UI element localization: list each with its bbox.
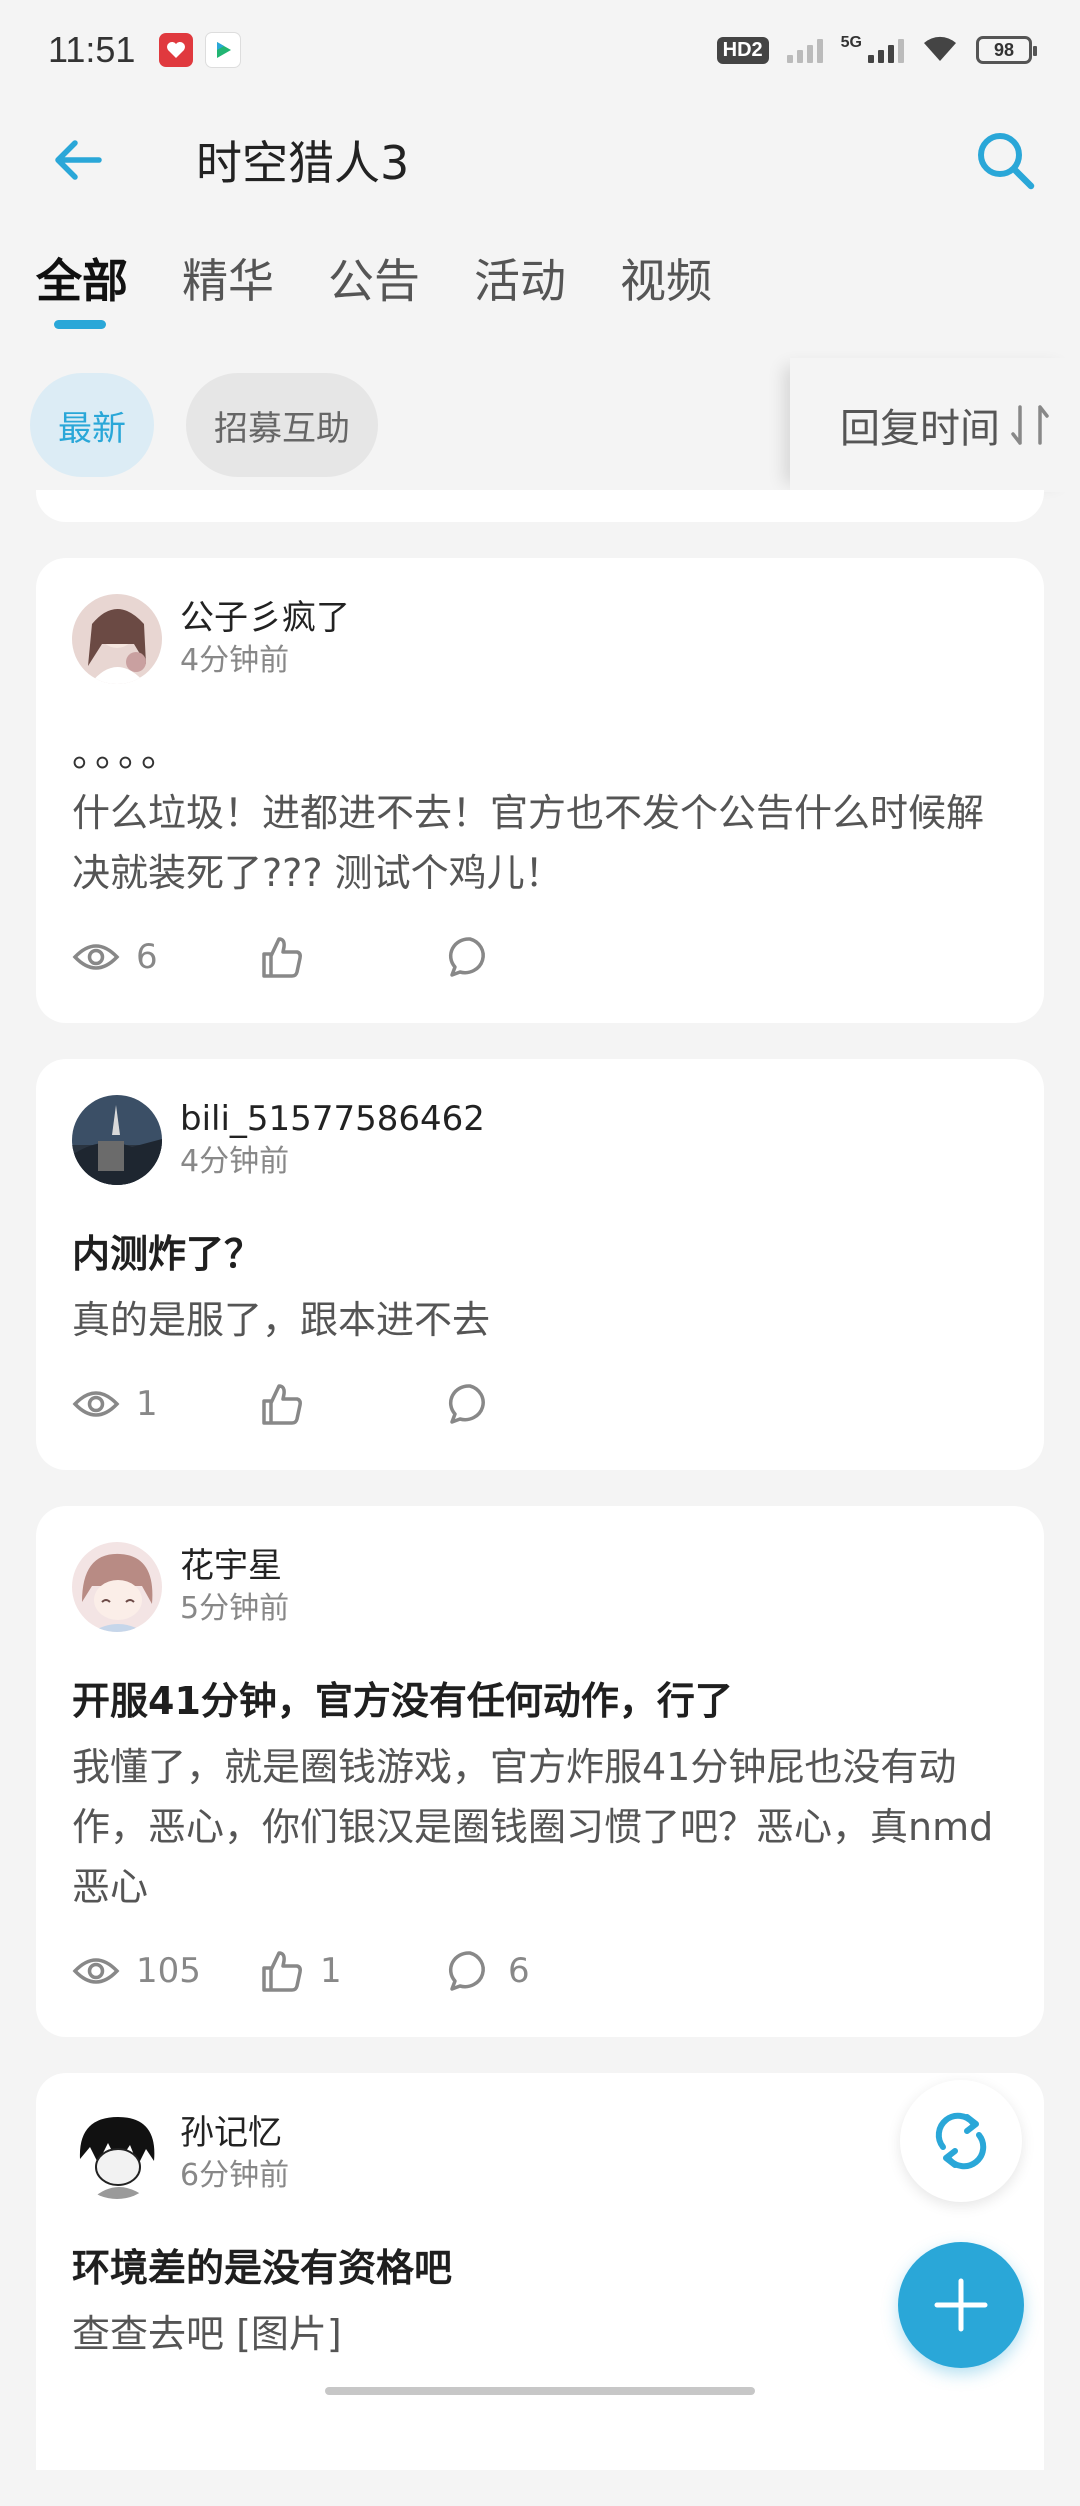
thumbs-up-icon	[262, 937, 302, 978]
comment-icon	[448, 1951, 485, 1991]
post-stats: 1	[72, 1376, 1008, 1432]
comment-button[interactable]	[448, 935, 636, 979]
post-title: 环境差的是没有资格吧	[72, 2246, 453, 2290]
views-stat: 1	[72, 1384, 260, 1424]
user-name[interactable]: bili_51577586462	[180, 1097, 485, 1141]
comment-icon	[448, 937, 485, 977]
post-card[interactable]: 孙记忆 6分钟前 环境差的是没有资格吧 查查去吧 [图片]	[36, 2073, 1044, 2470]
like-button[interactable]	[260, 935, 448, 979]
signal-sim1-icon	[786, 37, 823, 63]
status-indicators: HD2 5G 98	[716, 33, 1037, 67]
user-name[interactable]: 公子彡疯了	[180, 596, 350, 640]
post-time: 4分钟前	[180, 1144, 290, 1179]
page-title: 时空猎人3	[196, 136, 410, 190]
views-count: 1	[136, 1384, 158, 1424]
post-stats: 105 1 6	[72, 1943, 1008, 1999]
tab-announcements[interactable]: 公告	[328, 245, 420, 329]
views-stat: 105	[72, 1951, 260, 1991]
post-stats: 6	[72, 929, 1008, 985]
post-card[interactable]: 公子彡疯了 4分钟前 。。。。 什么垃圾！进都进不去！官方也不发个公告什么时候解…	[36, 558, 1044, 1023]
network-type-label: 5G	[840, 34, 862, 51]
like-button[interactable]: 1	[260, 1949, 448, 1993]
post-time: 5分钟前	[180, 1591, 290, 1626]
sort-button[interactable]: 回复时间	[790, 358, 1080, 492]
post-body: 查查去吧 [图片]	[72, 2312, 342, 2356]
post-feed: 公子彡疯了 4分钟前 。。。。 什么垃圾！进都进不去！官方也不发个公告什么时候解…	[36, 490, 1044, 2506]
post-header: 公子彡疯了 4分钟前	[72, 594, 1008, 684]
tab-events[interactable]: 活动	[474, 245, 566, 329]
user-name[interactable]: 孙记忆	[180, 2111, 289, 2155]
views-count: 105	[136, 1951, 201, 1991]
avatar[interactable]	[72, 2109, 162, 2199]
new-post-button[interactable]	[898, 2242, 1024, 2368]
signal-sim2-icon	[868, 37, 904, 63]
eye-icon	[72, 944, 120, 970]
previous-card-tail	[36, 490, 1044, 522]
post-header: bili_51577586462 4分钟前	[72, 1095, 1008, 1185]
battery-level: 98	[993, 39, 1015, 60]
comments-count: 6	[508, 1951, 530, 1991]
post-header: 孙记忆 6分钟前	[72, 2109, 1008, 2199]
comment-button[interactable]: 6	[448, 1949, 636, 1993]
status-bar: 11:51 HD2 5G 98	[0, 0, 1080, 100]
post-time: 4分钟前	[180, 643, 290, 678]
avatar[interactable]	[72, 1095, 162, 1185]
refresh-button[interactable]	[900, 2080, 1022, 2202]
comment-icon	[448, 1384, 485, 1424]
hd-icon: HD2	[716, 36, 769, 64]
avatar[interactable]	[72, 1542, 162, 1632]
sort-label: 回复时间	[840, 406, 1000, 452]
views-stat: 6	[72, 937, 260, 977]
post-title: 。。。。	[72, 731, 184, 775]
filter-chip-latest[interactable]: 最新	[30, 373, 154, 477]
filter-bar: 最新 招募互助 回复时间	[0, 358, 1080, 492]
status-time: 11:51	[48, 29, 136, 70]
tab-videos[interactable]: 视频	[620, 245, 712, 329]
eye-icon	[72, 1958, 120, 1984]
user-name[interactable]: 花宇星	[180, 1544, 289, 1588]
wifi-icon	[922, 33, 958, 67]
like-button[interactable]	[260, 1382, 448, 1426]
post-card[interactable]: 花宇星 5分钟前 开服41分钟，官方没有任何动作，行了 我懂了，就是圈钱游戏，官…	[36, 1506, 1044, 2037]
post-header: 花宇星 5分钟前	[72, 1542, 1008, 1632]
post-body: 什么垃圾！进都进不去！官方也不发个公告什么时候解决就装死了??? 测试个鸡儿！	[72, 791, 985, 895]
eye-icon	[72, 1391, 120, 1417]
thumbs-up-icon	[262, 1951, 302, 1992]
plus-icon	[934, 2278, 988, 2332]
post-title: 开服41分钟，官方没有任何动作，行了	[72, 1679, 733, 1723]
back-button[interactable]	[30, 112, 126, 208]
section-tabs: 全部 精华 公告 活动 视频	[36, 245, 712, 329]
post-card[interactable]: bili_51577586462 4分钟前 内测炸了？ 真的是服了，跟本进不去 …	[36, 1059, 1044, 1470]
likes-count: 1	[320, 1951, 342, 1991]
sort-icon	[1011, 405, 1049, 445]
comment-button[interactable]	[448, 1382, 636, 1426]
arrow-left-icon	[55, 140, 102, 180]
notification-video-icon	[205, 32, 242, 68]
home-indicator[interactable]	[325, 2387, 755, 2395]
notification-app-icon	[159, 33, 194, 67]
post-title: 内测炸了？	[72, 1232, 263, 1276]
views-count: 6	[136, 937, 158, 977]
search-icon	[978, 133, 1035, 190]
avatar[interactable]	[72, 594, 162, 684]
post-time: 6分钟前	[180, 2158, 290, 2193]
battery-icon: 98	[976, 36, 1037, 64]
tab-all[interactable]: 全部	[36, 245, 128, 329]
filter-chip-recruit[interactable]: 招募互助	[186, 373, 378, 477]
post-body: 我懂了，就是圈钱游戏，官方炸服41分钟屁也没有动作，恶心，你们银汉是圈钱圈习惯了…	[72, 1745, 994, 1909]
tab-featured[interactable]: 精华	[182, 245, 274, 329]
search-button[interactable]	[960, 115, 1050, 205]
refresh-icon	[935, 2112, 987, 2170]
thumbs-up-icon	[262, 1384, 302, 1425]
app-header: 时空猎人3	[0, 110, 1080, 210]
post-body: 真的是服了，跟本进不去	[72, 1298, 491, 1342]
